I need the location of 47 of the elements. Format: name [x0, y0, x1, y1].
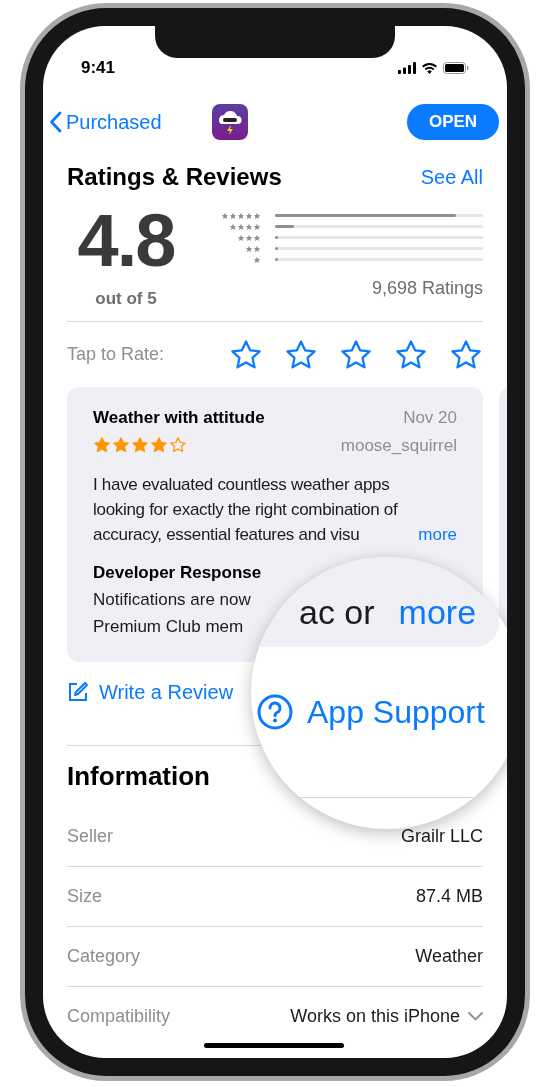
- ratings-count: 9,698 Ratings: [371, 277, 483, 300]
- wifi-icon: [421, 62, 438, 74]
- status-time: 9:41: [81, 57, 116, 80]
- magnified-more-link[interactable]: more: [398, 586, 477, 638]
- info-label: Size: [67, 885, 102, 908]
- star-count-icon: [253, 255, 261, 264]
- rating-score: 4.8: [77, 202, 175, 280]
- info-value: Works on this iPhone: [290, 1005, 460, 1028]
- star-icon: [112, 436, 130, 455]
- review-date: Nov 20: [403, 407, 457, 429]
- section-title: Information: [67, 759, 210, 793]
- review-author: moose_squirrel: [340, 434, 457, 457]
- developer-response-text: Notifications are now: [93, 588, 251, 611]
- see-all-link[interactable]: See All: [420, 162, 483, 192]
- info-value: 87.4 MB: [415, 885, 483, 908]
- info-label: Compatibility: [67, 1005, 171, 1028]
- review-text: I have evaluated countless weather apps looking for exactly the right combination of accuracy, essential features and visu: [93, 474, 399, 546]
- magnified-text: ac or: [299, 591, 375, 633]
- back-chevron-icon: [49, 111, 62, 133]
- info-value: Grailr LLC: [400, 824, 483, 848]
- battery-icon: [443, 62, 469, 74]
- section-title: Ratings & Reviews: [67, 162, 282, 192]
- tap-to-rate-label: Tap to Rate:: [67, 343, 165, 366]
- info-value: Weather: [415, 945, 483, 968]
- star-count-icon: [229, 222, 261, 231]
- developer-response-title: Developer Response: [93, 562, 263, 584]
- star-icon: [93, 436, 111, 455]
- info-label: Seller: [67, 824, 114, 848]
- chevron-down-icon[interactable]: [468, 1012, 483, 1021]
- info-label: Category: [67, 945, 141, 968]
- star-count-icon: [221, 211, 261, 220]
- star-count-icon: [237, 233, 261, 242]
- rating-scale: out of 5: [95, 288, 157, 310]
- app-support-link[interactable]: App Support: [257, 688, 485, 736]
- star-icon: [131, 436, 149, 455]
- review-title: Weather with attitude: [93, 407, 265, 429]
- signal-icon: [398, 62, 416, 74]
- app-icon: [211, 104, 248, 140]
- star-icon: [169, 436, 187, 455]
- star-icon: [150, 436, 168, 455]
- help-icon: [257, 694, 293, 730]
- developer-response-text: Premium Club mem: [93, 615, 244, 638]
- open-button[interactable]: OPEN: [407, 104, 499, 140]
- compose-icon: [67, 681, 89, 703]
- write-review-link[interactable]: Write a Review: [67, 677, 234, 707]
- star-count-icon: [245, 244, 261, 253]
- back-button[interactable]: Purchased: [49, 107, 162, 137]
